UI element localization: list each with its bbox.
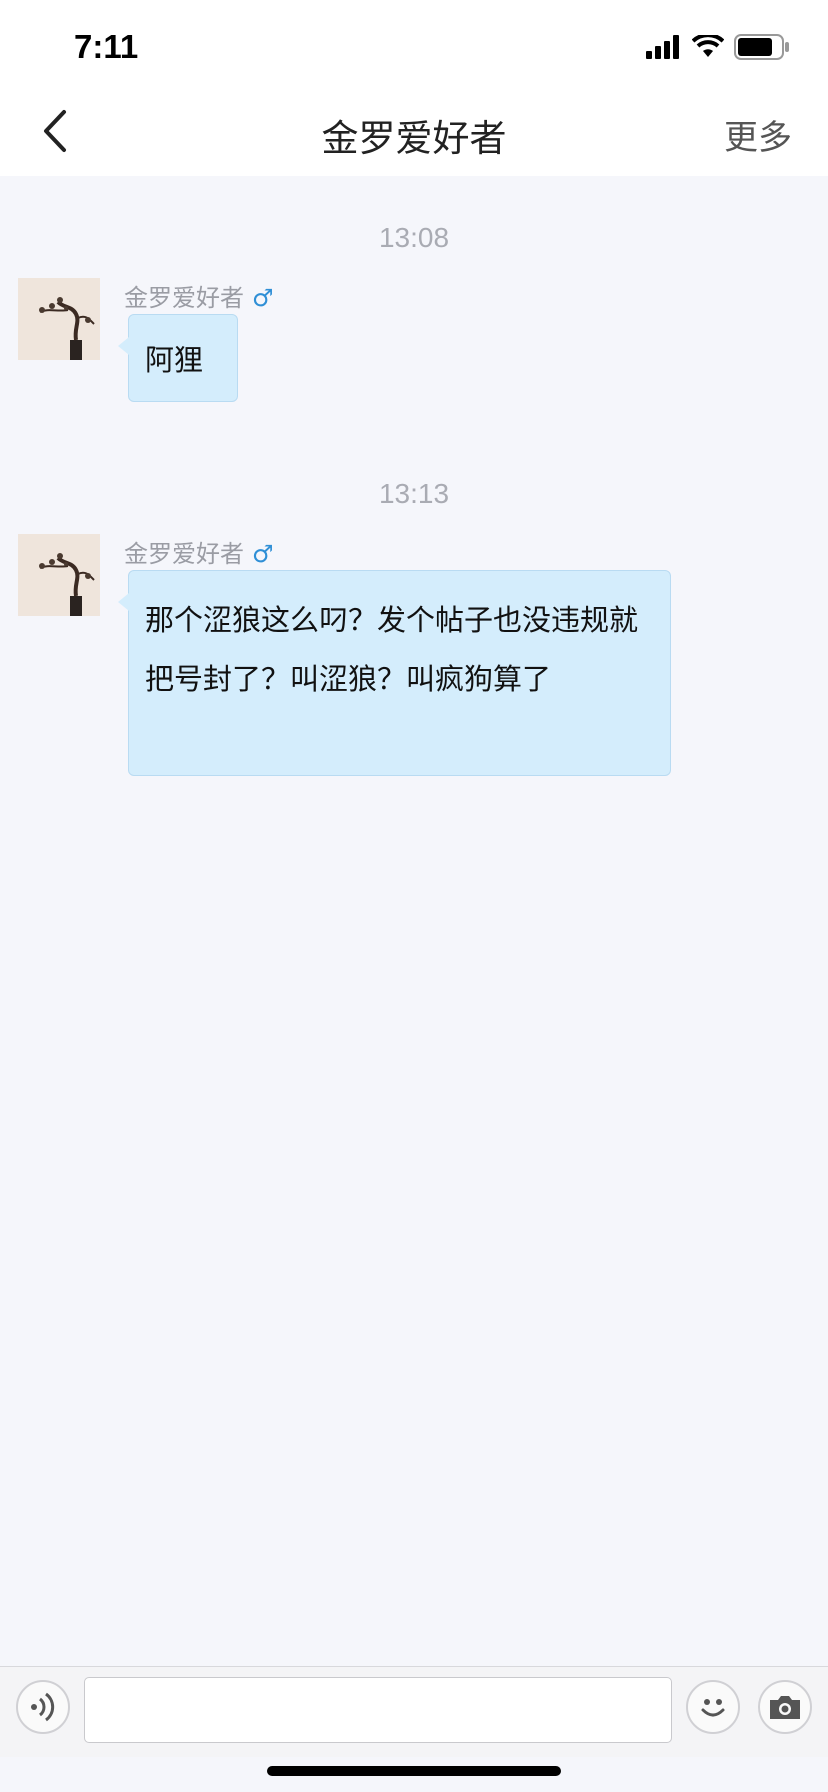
avatar[interactable] xyxy=(18,278,100,360)
chat-area[interactable]: 13:08 金罗爱好者 ♂ 阿狸 13:13 金罗爱好者 ♂ 那个涩狼这么叼？发… xyxy=(0,176,828,1666)
message-input[interactable] xyxy=(84,1677,672,1743)
smiley-icon xyxy=(701,1699,725,1717)
sender-name: 金罗爱好者 ♂ xyxy=(124,278,274,313)
home-indicator[interactable] xyxy=(267,1766,561,1776)
male-gender-icon: ♂ xyxy=(252,284,274,312)
status-bar: 7:11 xyxy=(0,0,828,100)
message-timestamp: 13:13 xyxy=(378,478,450,509)
status-icons xyxy=(646,34,790,60)
cellular-signal-icon xyxy=(646,35,679,59)
sender-name-text: 金罗爱好者 xyxy=(124,284,244,312)
battery-icon xyxy=(734,34,789,60)
camera-icon xyxy=(770,1696,800,1719)
voice-icon xyxy=(31,1692,55,1722)
nav-bar: 金罗爱好者 更多 xyxy=(0,88,828,176)
message-bubble[interactable]: 阿狸 xyxy=(118,314,238,402)
more-button[interactable]: 更多 xyxy=(724,110,792,159)
emoji-button[interactable] xyxy=(686,1680,740,1734)
avatar[interactable] xyxy=(18,534,100,616)
sender-name-text: 金罗爱好者 xyxy=(124,540,244,568)
message-bubble[interactable]: 那个涩狼这么叼？发个帖子也没违规就把号封了？叫涩狼？叫疯狗算了 xyxy=(118,570,671,776)
nav-title: 金罗爱好者 xyxy=(321,117,507,160)
bonsai-avatar-icon xyxy=(18,534,100,616)
message-timestamp: 13:08 xyxy=(378,222,450,253)
voice-button[interactable] xyxy=(16,1680,70,1734)
male-gender-icon: ♂ xyxy=(252,540,274,568)
bonsai-avatar-icon xyxy=(18,278,100,360)
composer-bar xyxy=(0,1666,828,1757)
sender-name: 金罗爱好者 ♂ xyxy=(124,534,274,569)
wifi-icon xyxy=(692,35,724,57)
status-time: 7:11 xyxy=(74,28,139,65)
camera-button[interactable] xyxy=(758,1680,812,1734)
